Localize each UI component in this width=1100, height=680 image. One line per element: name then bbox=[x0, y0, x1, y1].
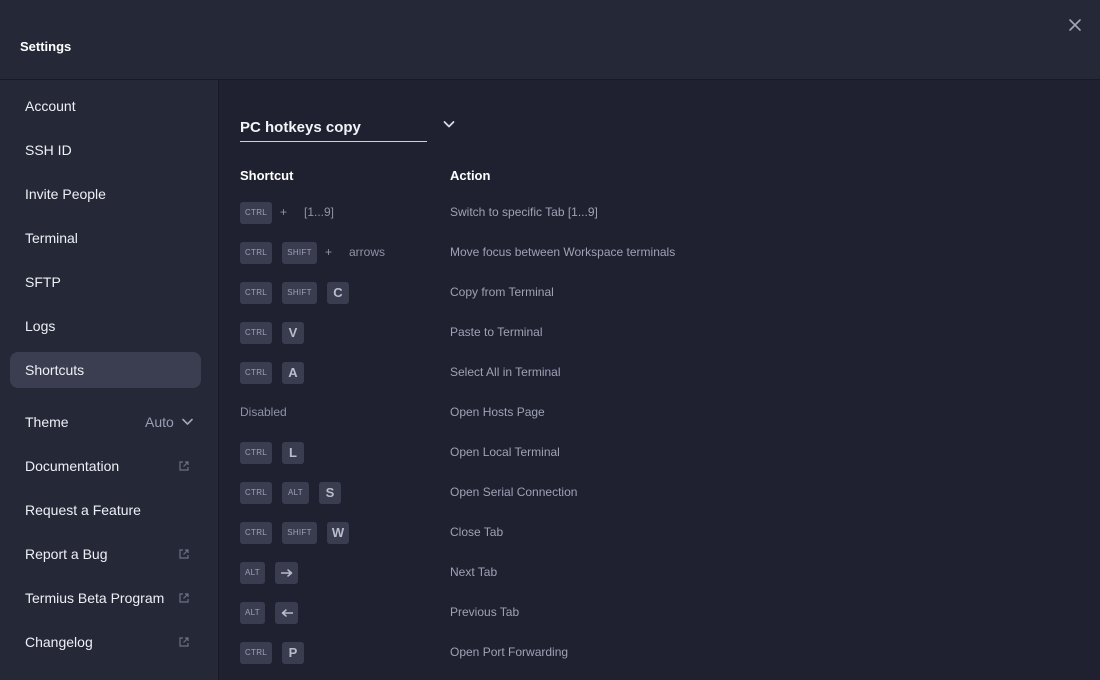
key-cap: C bbox=[327, 282, 349, 304]
key-cap: ALT bbox=[240, 602, 265, 624]
key-cap: ALT bbox=[240, 562, 265, 584]
action-label: Previous Tab bbox=[450, 605, 520, 619]
key-cap: ALT bbox=[282, 482, 309, 504]
key-cap: CTRL bbox=[240, 442, 272, 464]
sidebar-item-label: SFTP bbox=[25, 274, 61, 290]
key-cap: L bbox=[282, 442, 304, 464]
shortcut-row[interactable]: CTRL ALT S Open Serial Connection bbox=[240, 482, 940, 504]
sidebar-item-label: Report a Bug bbox=[25, 546, 108, 562]
action-label: Switch to specific Tab [1...9] bbox=[450, 205, 598, 219]
page-title: Settings bbox=[20, 39, 72, 54]
sidebar-item-label: Invite People bbox=[25, 186, 106, 202]
action-label: Paste to Terminal bbox=[450, 325, 543, 339]
key-cap bbox=[275, 562, 298, 584]
key-cap: CTRL bbox=[240, 362, 272, 384]
external-link-icon bbox=[179, 593, 189, 603]
sidebar-item-report-bug[interactable]: Report a Bug bbox=[10, 536, 201, 572]
action-label: Next Tab bbox=[450, 565, 498, 579]
sidebar-item-label: Documentation bbox=[25, 458, 120, 474]
shortcut-row[interactable]: CTRL L Open Local Terminal bbox=[240, 442, 940, 464]
sidebar-item-label: Terminal bbox=[25, 230, 78, 246]
action-label: Move focus between Workspace terminals bbox=[450, 245, 676, 259]
key-cap: CTRL bbox=[240, 322, 272, 344]
sidebar-item-ssh-id[interactable]: SSH ID bbox=[10, 132, 201, 168]
sidebar-item-sftp[interactable]: SFTP bbox=[10, 264, 201, 300]
sidebar-item-label: Request a Feature bbox=[25, 502, 141, 518]
sidebar-item-terminal[interactable]: Terminal bbox=[10, 220, 201, 256]
key-cap: W bbox=[327, 522, 349, 544]
arrow-right-icon bbox=[281, 569, 293, 577]
key-cap: SHIFT bbox=[282, 282, 317, 304]
sidebar-item-theme[interactable]: Theme Auto bbox=[10, 404, 201, 440]
arrow-left-icon bbox=[281, 609, 293, 617]
sidebar-item-account[interactable]: Account bbox=[10, 88, 201, 124]
preset-name: PC hotkeys copy bbox=[240, 119, 361, 136]
shortcut-row[interactable]: CTRL + [1...9] Switch to specific Tab [1… bbox=[240, 202, 940, 224]
action-label: Open Local Terminal bbox=[450, 445, 560, 459]
key-cap: S bbox=[319, 482, 341, 504]
key-cap: CTRL bbox=[240, 482, 272, 504]
key-cap: CTRL bbox=[240, 522, 272, 544]
shortcut-row[interactable]: CTRL P Open Port Forwarding bbox=[240, 642, 940, 664]
sidebar-item-label: SSH ID bbox=[25, 142, 72, 158]
external-link-icon bbox=[179, 461, 189, 471]
shortcut-row[interactable]: Disabled Open Hosts Page bbox=[240, 402, 940, 424]
column-header-shortcut: Shortcut bbox=[240, 168, 294, 183]
key-cap: SHIFT bbox=[282, 522, 317, 544]
sidebar-item-changelog[interactable]: Changelog bbox=[10, 624, 201, 660]
action-label: Copy from Terminal bbox=[450, 285, 554, 299]
shortcut-row[interactable]: CTRL SHIFT W Close Tab bbox=[240, 522, 940, 544]
sidebar-item-label: Theme bbox=[25, 414, 69, 430]
shortcut-row[interactable]: ALT Next Tab bbox=[240, 562, 940, 584]
sidebar-item-label: Changelog bbox=[25, 634, 93, 650]
settings-sidebar: Account SSH ID Invite People Terminal SF… bbox=[0, 80, 219, 680]
sidebar-item-invite-people[interactable]: Invite People bbox=[10, 176, 201, 212]
chevron-down-icon[interactable] bbox=[443, 120, 455, 129]
theme-value: Auto bbox=[145, 414, 174, 430]
shortcut-row[interactable]: CTRL V Paste to Terminal bbox=[240, 322, 940, 344]
shortcuts-panel: PC hotkeys copy Shortcut Action CTRL + [… bbox=[220, 80, 1100, 680]
sidebar-item-beta-program[interactable]: Termius Beta Program bbox=[10, 580, 201, 616]
sidebar-item-label: Logs bbox=[25, 318, 56, 334]
column-header-action: Action bbox=[450, 168, 491, 183]
shortcut-row[interactable]: CTRL SHIFT + arrows Move focus between W… bbox=[240, 242, 940, 264]
sidebar-item-label: Account bbox=[25, 98, 76, 114]
close-icon bbox=[1069, 19, 1081, 31]
key-arrows: arrows bbox=[349, 245, 386, 259]
shortcut-row[interactable]: CTRL A Select All in Terminal bbox=[240, 362, 940, 384]
key-cap: CTRL bbox=[240, 202, 272, 224]
plus-sign: + bbox=[325, 245, 333, 259]
sidebar-item-shortcuts[interactable]: Shortcuts bbox=[10, 352, 201, 388]
sidebar-item-logs[interactable]: Logs bbox=[10, 308, 201, 344]
key-cap: CTRL bbox=[240, 282, 272, 304]
action-label: Open Serial Connection bbox=[450, 485, 578, 499]
key-range: [1...9] bbox=[304, 205, 335, 219]
sidebar-item-documentation[interactable]: Documentation bbox=[10, 448, 201, 484]
close-button[interactable] bbox=[1066, 16, 1084, 34]
key-cap: CTRL bbox=[240, 242, 272, 264]
action-label: Open Port Forwarding bbox=[450, 645, 569, 659]
key-cap: CTRL bbox=[240, 642, 272, 664]
chevron-down-icon bbox=[182, 418, 193, 425]
key-cap: A bbox=[282, 362, 304, 384]
shortcut-row[interactable]: CTRL SHIFT C Copy from Terminal bbox=[240, 282, 940, 304]
action-label: Select All in Terminal bbox=[450, 365, 561, 379]
sidebar-item-label: Termius Beta Program bbox=[25, 590, 165, 606]
action-label: Close Tab bbox=[450, 525, 504, 539]
key-cap bbox=[275, 602, 298, 624]
key-cap: P bbox=[282, 642, 304, 664]
settings-header: Settings bbox=[0, 0, 1100, 80]
action-label: Open Hosts Page bbox=[450, 405, 545, 419]
sidebar-item-label: Shortcuts bbox=[25, 362, 85, 378]
external-link-icon bbox=[179, 637, 189, 647]
plus-sign: + bbox=[280, 205, 288, 219]
shortcut-row[interactable]: ALT Previous Tab bbox=[240, 602, 940, 624]
disabled-label: Disabled bbox=[240, 405, 287, 419]
key-cap: V bbox=[282, 322, 304, 344]
external-link-icon bbox=[179, 549, 189, 559]
sidebar-item-request-feature[interactable]: Request a Feature bbox=[10, 492, 201, 528]
preset-select[interactable]: PC hotkeys copy bbox=[240, 117, 427, 142]
key-cap: SHIFT bbox=[282, 242, 317, 264]
